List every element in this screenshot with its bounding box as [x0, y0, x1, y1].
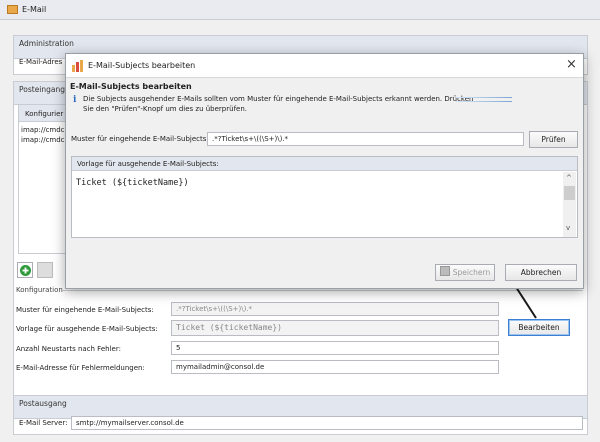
scroll-up-icon[interactable]: ^ — [566, 174, 572, 182]
scroll-down-icon[interactable]: v — [566, 224, 570, 232]
mail-icon — [7, 5, 18, 14]
save-button-label: Speichern — [452, 268, 491, 277]
save-icon — [439, 266, 450, 276]
info-icon: i — [73, 95, 77, 105]
pattern-field[interactable]: .*?Ticket\s+\((\S+)\).* — [171, 302, 499, 316]
dialog-heading: E-Mail-Subjects bearbeiten — [70, 82, 192, 91]
mailbox-list[interactable]: Konfigurier imap://cmdc imap://cmdc — [18, 104, 68, 254]
error-email-label: E-Mail-Adresse für Fehlermeldungen: — [16, 364, 145, 372]
restart-count-field[interactable]: 5 — [171, 341, 499, 355]
template-editor[interactable]: Vorlage für ausgehende E-Mail-Subjects: … — [71, 156, 578, 238]
dialog-info-line2: Sie den "Prüfen"-Knopf um dies zu überpr… — [83, 105, 247, 113]
add-mailbox-button[interactable] — [17, 262, 33, 278]
mail-server-label: E-Mail Server: — [19, 419, 68, 427]
window-title: E-Mail — [22, 5, 47, 14]
dialog-titlebar: E-Mail-Subjects bearbeiten × — [66, 54, 583, 78]
template-scrollbar[interactable]: ^ v — [563, 172, 576, 237]
konfiguration-header: Konfiguration — [16, 286, 63, 294]
decor-line — [456, 97, 512, 98]
postausgang-panel: Postausgang E-Mail Server: smtp://mymail… — [13, 395, 588, 435]
restart-count-label: Anzahl Neustarts nach Fehler: — [16, 345, 121, 353]
template-field[interactable]: Ticket (${ticketName}) — [171, 320, 499, 336]
dialog-info-line1: Die Subjects ausgehender E-Mails sollten… — [83, 95, 474, 103]
cancel-button[interactable]: Abbrechen — [505, 264, 577, 281]
mailbox-item[interactable]: imap://cmdc — [21, 136, 65, 144]
dialog-title: E-Mail-Subjects bearbeiten — [88, 61, 196, 70]
email-address-label: E-Mail-Adres — [19, 58, 63, 66]
mailbox-item[interactable]: imap://cmdc — [21, 126, 65, 134]
pattern-label: Muster für eingehende E-Mail-Subjects: — [16, 306, 154, 314]
add-icon — [20, 265, 31, 276]
dialog-app-icon — [72, 60, 83, 72]
remove-mailbox-button[interactable] — [37, 262, 53, 278]
config-label: Konfigurier — [25, 110, 64, 118]
close-icon[interactable]: × — [566, 57, 577, 72]
mailbox-list-header: Konfigurier — [19, 105, 67, 122]
dialog-pattern-field[interactable]: .*?Ticket\s+\((\S+)\).* — [207, 132, 524, 146]
scroll-thumb[interactable] — [564, 186, 575, 200]
template-editor-label: Vorlage für ausgehende E-Mail-Subjects: — [77, 160, 219, 168]
window-titlebar: E-Mail — [0, 0, 600, 20]
save-button[interactable]: Speichern — [435, 264, 495, 281]
dialog-body: E-Mail-Subjects bearbeiten i Die Subject… — [66, 78, 583, 288]
check-button[interactable]: Prüfen — [529, 131, 578, 148]
edit-subjects-dialog: E-Mail-Subjects bearbeiten × E-Mail-Subj… — [65, 53, 584, 289]
template-editor-text[interactable]: Ticket (${ticketName}) — [76, 178, 189, 188]
template-label: Vorlage für ausgehende E-Mail-Subjects: — [16, 325, 158, 333]
dialog-pattern-label: Muster für eingehende E-Mail-Subjects: — [71, 135, 209, 143]
mail-server-field[interactable]: smtp://mymailserver.consol.de — [71, 416, 583, 430]
error-email-field[interactable]: mymailadmin@consol.de — [171, 360, 499, 374]
decor-line — [456, 101, 512, 102]
template-editor-header: Vorlage für ausgehende E-Mail-Subjects: — [72, 157, 577, 171]
